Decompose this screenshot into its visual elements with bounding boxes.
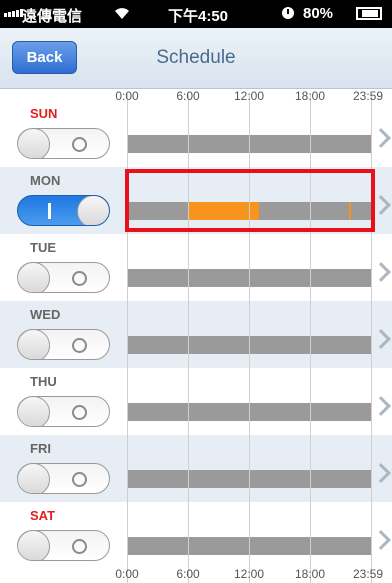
day-row-sun[interactable]: SUN [0, 100, 392, 167]
day-row-sat[interactable]: SAT [0, 502, 392, 569]
hour-label: 6:00 [176, 89, 200, 103]
toggle-knob [18, 397, 50, 426]
day-label: SAT [30, 508, 56, 523]
day-toggle-switch[interactable] [17, 396, 110, 427]
toggle-knob [77, 196, 109, 225]
status-time: 下午4:50 [168, 8, 229, 25]
wifi-icon [112, 3, 132, 25]
day-row-fri[interactable]: FRI [0, 435, 392, 502]
day-toggle-switch[interactable] [17, 329, 110, 360]
chevron-right-icon[interactable] [371, 530, 391, 550]
battery-icon [356, 7, 382, 20]
grid-line [310, 94, 311, 583]
hour-label: 18:00 [294, 89, 326, 103]
hour-label: 23:59 [352, 89, 384, 103]
toggle-on-icon [48, 203, 51, 219]
hour-label: 12:00 [233, 567, 265, 581]
chevron-right-icon[interactable] [371, 329, 391, 349]
day-toggle-switch[interactable] [17, 128, 110, 159]
toggle-knob [18, 330, 50, 359]
hour-label: 12:00 [233, 89, 265, 103]
hour-label: 18:00 [294, 567, 326, 581]
schedule-grid: SUN MON TUE WED THU FRI SAT 0:00 6:00 12:00 18… [0, 89, 392, 583]
day-label: WED [30, 307, 61, 322]
day-toggle-switch[interactable] [17, 463, 110, 494]
toggle-knob [18, 531, 50, 560]
day-toggle-switch[interactable] [17, 262, 110, 293]
grid-line [188, 94, 189, 583]
toggle-knob [18, 464, 50, 493]
page-title: Schedule [156, 47, 236, 68]
day-toggle-switch[interactable] [17, 530, 110, 561]
toggle-off-icon [72, 539, 87, 554]
toggle-off-icon [72, 405, 87, 420]
day-label: SUN [30, 106, 58, 121]
hour-label: 0:00 [115, 567, 139, 581]
signal-icon [4, 9, 23, 17]
toggle-knob [18, 263, 50, 292]
grid-line [127, 94, 128, 583]
day-row-wed[interactable]: WED [0, 301, 392, 368]
day-toggle-switch[interactable] [17, 195, 110, 226]
carrier-name: 遠傳電信 [22, 8, 83, 25]
grid-line [249, 94, 250, 583]
chevron-right-icon[interactable] [371, 128, 391, 148]
day-label: MON [30, 173, 61, 188]
grid-line [371, 94, 372, 583]
battery-percent: 80% [303, 5, 334, 22]
alarm-clock-icon [282, 7, 294, 19]
hour-label: 0:00 [115, 89, 139, 103]
day-row-thu[interactable]: THU [0, 368, 392, 435]
hour-labels-top: 0:00 6:00 12:00 18:00 23:59 [0, 89, 392, 107]
chevron-right-icon[interactable] [371, 396, 391, 416]
day-row-tue[interactable]: TUE [0, 234, 392, 301]
day-label: FRI [30, 441, 51, 456]
toggle-off-icon [72, 338, 87, 353]
day-label: TUE [30, 240, 56, 255]
toggle-knob [18, 129, 50, 158]
chevron-right-icon[interactable] [371, 463, 391, 483]
day-label: THU [30, 374, 57, 389]
nav-bar: Back Schedule [0, 28, 392, 89]
hour-label: 23:59 [352, 567, 384, 581]
hour-label: 6:00 [176, 567, 200, 581]
hour-labels-bottom: 0:00 6:00 12:00 18:00 23:59 [0, 567, 392, 583]
toggle-off-icon [72, 271, 87, 286]
status-bar: 遠傳電信 下午4:50 80% [0, 0, 392, 28]
toggle-off-icon [72, 472, 87, 487]
selection-highlight [125, 169, 375, 232]
chevron-right-icon[interactable] [371, 262, 391, 282]
toggle-off-icon [72, 137, 87, 152]
